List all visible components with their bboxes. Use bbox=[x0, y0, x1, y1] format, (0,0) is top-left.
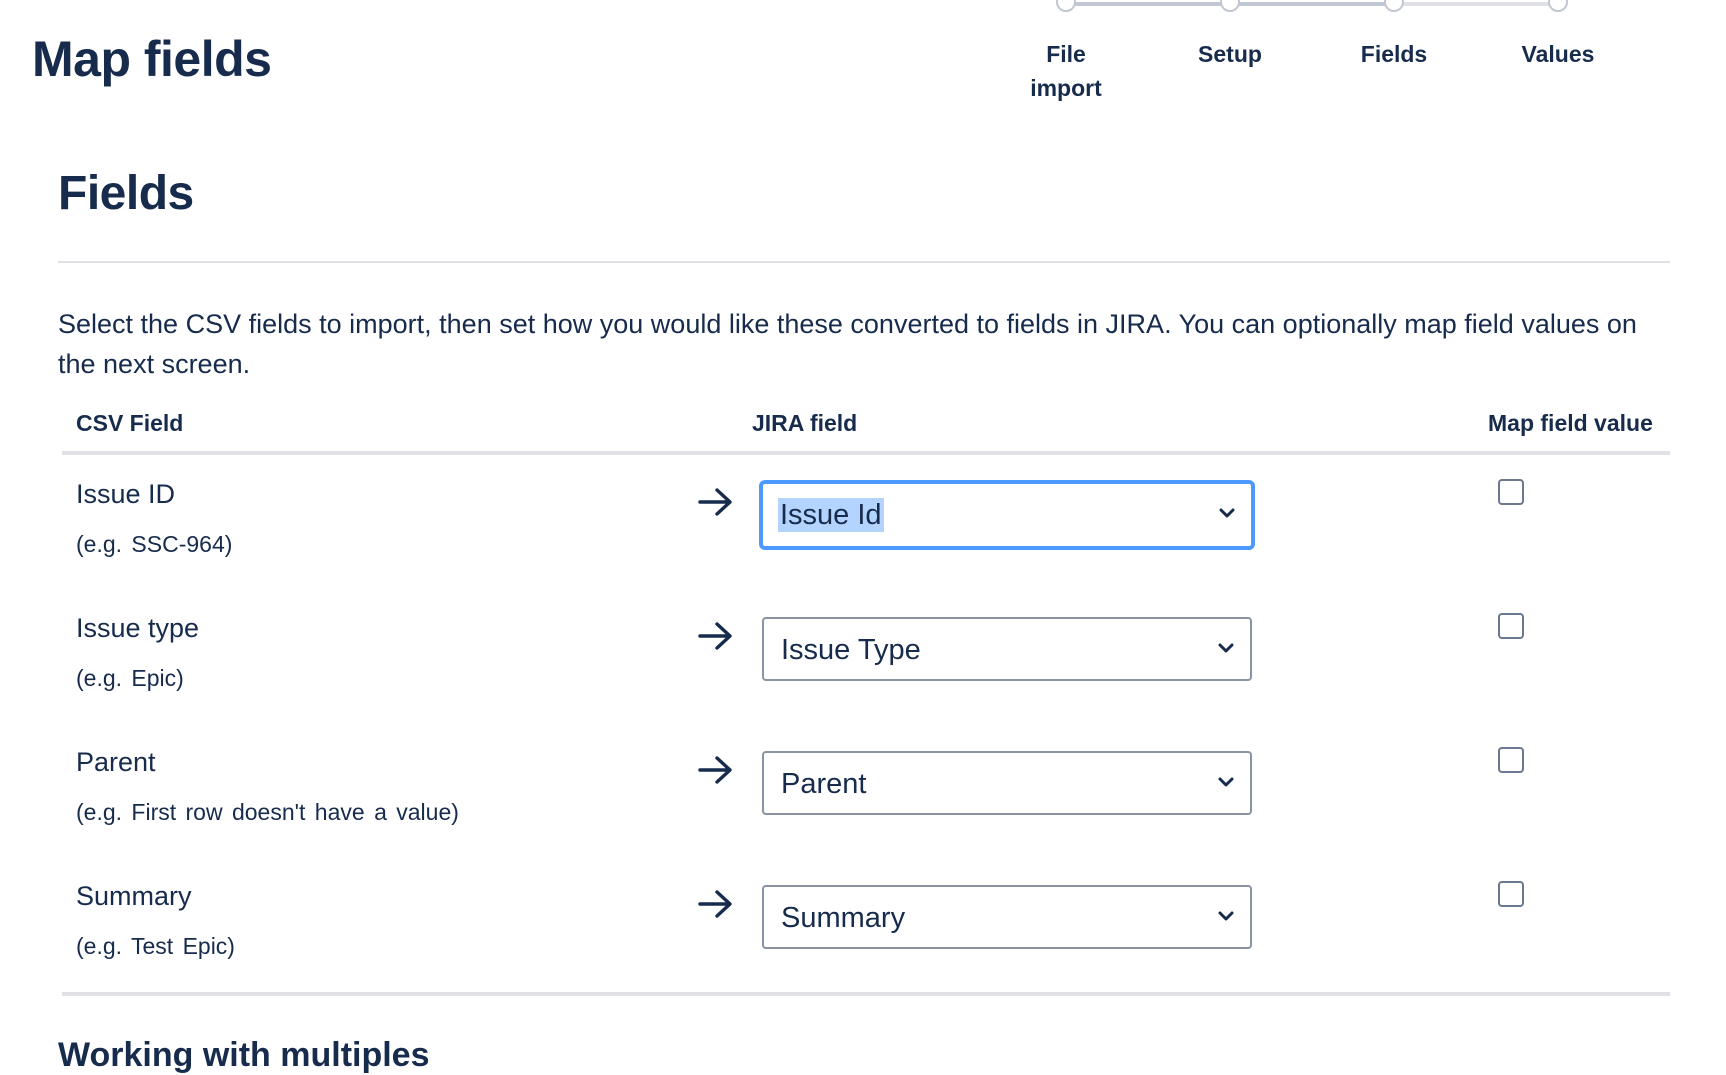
page-title: Map fields bbox=[32, 31, 272, 87]
progress-step-fields: Fields bbox=[1360, 41, 1428, 67]
table-row: Parent (e.g. First row doesn't have a va… bbox=[0, 747, 1726, 881]
section-divider bbox=[58, 261, 1670, 263]
csv-field-example: (e.g. Epic) bbox=[76, 665, 184, 691]
csv-field-name: Issue type bbox=[76, 613, 200, 643]
csv-field-name: Issue ID bbox=[76, 479, 176, 509]
column-header-map-field-value: Map field value bbox=[1488, 410, 1653, 436]
progress-step-file-import[interactable]: File import bbox=[1006, 37, 1126, 105]
chevron-down-icon bbox=[1219, 508, 1235, 518]
jira-field-select-value: Issue Id bbox=[778, 498, 884, 532]
jira-field-select-value: Issue Type bbox=[781, 634, 921, 666]
csv-field-example: (e.g. First row doesn't have a value) bbox=[76, 799, 459, 825]
progress-step-setup[interactable]: Setup bbox=[1170, 37, 1290, 71]
progress-dot-fields bbox=[1384, 0, 1404, 12]
column-header-csv-field: CSV Field bbox=[76, 410, 184, 436]
progress-tracker: File import Setup Fields Values bbox=[1000, 0, 1660, 110]
csv-field-name: Summary bbox=[76, 881, 192, 911]
section-description: Select the CSV fields to import, then se… bbox=[58, 309, 1637, 379]
csv-field-example: (e.g. Test Epic) bbox=[76, 933, 235, 959]
map-field-value-checkbox[interactable] bbox=[1498, 747, 1524, 773]
jira-field-select[interactable]: Parent bbox=[762, 751, 1252, 815]
map-field-value-checkbox[interactable] bbox=[1498, 613, 1524, 639]
arrow-right-icon bbox=[698, 890, 732, 918]
jira-field-select[interactable]: Issue Id bbox=[759, 480, 1255, 550]
jira-field-select[interactable]: Summary bbox=[762, 885, 1252, 949]
csv-field-example: (e.g. SSC-964) bbox=[76, 531, 233, 557]
progress-dot-file-import bbox=[1056, 0, 1076, 12]
table-row: Issue type (e.g. Epic) Issue Type bbox=[0, 613, 1726, 747]
map-field-value-checkbox[interactable] bbox=[1498, 479, 1524, 505]
jira-field-select-value: Parent bbox=[781, 768, 867, 800]
jira-field-select[interactable]: Issue Type bbox=[762, 617, 1252, 681]
chevron-down-icon bbox=[1218, 911, 1234, 921]
arrow-right-icon bbox=[698, 622, 732, 650]
jira-field-select-value: Summary bbox=[781, 902, 906, 934]
table-footer-divider bbox=[62, 992, 1670, 996]
progress-step-values: Values bbox=[1521, 41, 1595, 67]
progress-dot-values bbox=[1548, 0, 1568, 12]
csv-field-name: Parent bbox=[76, 747, 156, 777]
progress-dot-setup bbox=[1220, 0, 1240, 12]
chevron-down-icon bbox=[1218, 777, 1234, 787]
arrow-right-icon bbox=[698, 756, 732, 784]
column-header-jira-field: JIRA field bbox=[752, 410, 858, 436]
chevron-down-icon bbox=[1218, 643, 1234, 653]
table-row: Issue ID (e.g. SSC-964) Issue Id bbox=[0, 479, 1726, 613]
map-field-value-checkbox[interactable] bbox=[1498, 881, 1524, 907]
arrow-right-icon bbox=[698, 488, 732, 516]
table-header-divider bbox=[62, 451, 1670, 455]
section-title: Fields bbox=[58, 167, 194, 220]
